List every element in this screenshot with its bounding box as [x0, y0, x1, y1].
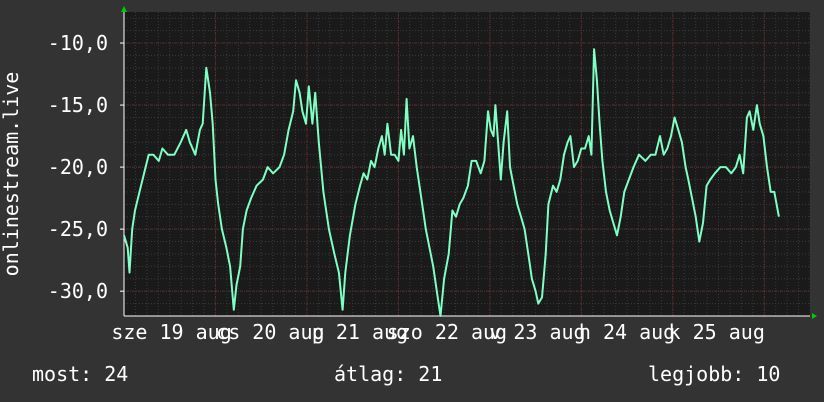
stat-best-value: 10 [756, 362, 781, 386]
stat-average: átlag: 21 [334, 362, 442, 386]
chart-canvas: -10,0 -15,0 -20,0 -25,0 -30,0 sze 19 aug cs 20… [0, 0, 824, 402]
x-axis-arrow [812, 313, 817, 319]
x-tick-label: sze 19 aug [111, 320, 231, 344]
x-tick-label: h 24 aug [579, 320, 675, 344]
stat-average-value: 21 [418, 362, 443, 386]
stat-current-label: most: [32, 362, 93, 386]
x-tick-label: k 25 aug [669, 320, 765, 344]
stat-best: legjobb: 10 [648, 362, 780, 386]
line-chart: -10,0 -15,0 -20,0 -25,0 -30,0sze 19 augcs 20… [0, 6, 817, 344]
stat-best-label: legjobb: [648, 362, 745, 386]
y-tick-label: -25,0 [48, 217, 108, 241]
stat-current: most: 24 [32, 362, 128, 386]
y-tick-label: -20,0 [48, 155, 108, 179]
y-tick-label: -15,0 [48, 93, 108, 117]
y-axis-arrow [121, 6, 127, 12]
x-tick-label: v 23 aug [489, 320, 585, 344]
x-tick-label: cs 20 aug [216, 320, 324, 344]
y-axis-title: onlinestream.live [0, 72, 23, 277]
y-tick-label: -30,0 [48, 279, 108, 303]
y-tick-label: -10,0 [48, 31, 108, 55]
stat-average-label: átlag: [334, 362, 407, 386]
stat-current-value: 24 [104, 362, 129, 386]
